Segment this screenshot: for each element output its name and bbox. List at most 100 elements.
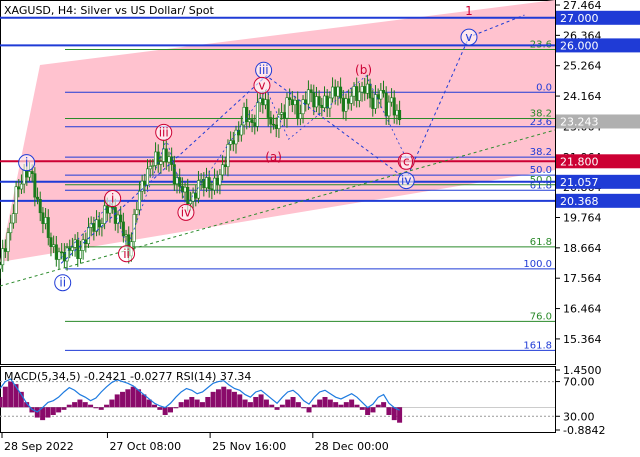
- candle-body: [52, 244, 56, 247]
- fib-label-green: 76.0: [530, 311, 552, 322]
- macd-bar: [258, 394, 264, 408]
- time-tick-label: 25 Nov 16:00: [212, 440, 286, 453]
- candle-body: [167, 156, 171, 163]
- macd-bar: [50, 407, 56, 415]
- fib-label-blue: 161.8: [523, 340, 552, 351]
- candle-body: [30, 171, 34, 174]
- fib-label-green: 50.0: [530, 175, 552, 186]
- candle-body: [44, 217, 48, 224]
- candle-body: [328, 97, 332, 109]
- macd-bar: [269, 404, 275, 408]
- indicator-tick-label: -0.8842: [563, 424, 605, 437]
- candle-body: [234, 129, 238, 145]
- candle-body: [6, 232, 10, 252]
- candle-body: [25, 170, 29, 178]
- candle-body: [314, 96, 318, 108]
- time-axis: 28 Sep 2022 27 Oct 08:00 25 Nov 16:00 28 De…: [1, 433, 389, 453]
- candle-body: [373, 94, 377, 109]
- macd-bar: [386, 407, 392, 415]
- wave-label: iii: [259, 63, 269, 77]
- chart-title: XAGUSD, H4: Silver vs US Dollar/ Spot: [4, 4, 214, 17]
- price-tick-label: 25.264: [563, 60, 602, 73]
- wave-label: iv: [181, 205, 191, 219]
- macd-bar: [45, 407, 51, 418]
- macd-bar: [285, 399, 291, 408]
- macd-bar: [120, 391, 126, 408]
- candle-body: [14, 186, 18, 214]
- candle-body: [41, 212, 45, 224]
- candle-body: [199, 179, 203, 181]
- candle-body: [339, 86, 343, 99]
- macd-bar: [327, 399, 333, 408]
- macd-bar: [247, 402, 253, 408]
- macd-bar: [295, 402, 301, 408]
- macd-bar: [322, 396, 328, 408]
- macd-bar: [215, 389, 221, 408]
- macd-bar: [82, 402, 88, 408]
- macd-bar: [231, 391, 237, 408]
- candle-body: [162, 148, 166, 162]
- candle-body: [304, 99, 308, 105]
- macd-bar: [93, 407, 99, 409]
- macd-bar: [114, 394, 120, 408]
- candle-body: [266, 99, 270, 118]
- candle-body: [306, 89, 310, 105]
- level-tag-label: 26.000: [560, 39, 599, 52]
- macd-bar: [178, 402, 184, 408]
- candle-body: [285, 97, 289, 119]
- candle-body: [17, 186, 21, 190]
- candle-body: [194, 192, 198, 199]
- candle-body: [33, 173, 37, 198]
- macd-bar: [338, 404, 344, 408]
- candle-body: [288, 97, 292, 100]
- candle-body: [38, 199, 42, 214]
- candle-body: [28, 171, 32, 178]
- macd-bar: [61, 407, 67, 410]
- wave-label: (c): [398, 154, 414, 168]
- candle-body: [398, 109, 402, 121]
- macd-bar: [279, 404, 285, 408]
- price-tick-label: 24.164: [563, 90, 602, 103]
- macd-bar: [381, 402, 387, 408]
- candle-body: [151, 165, 155, 167]
- fib-label-blue: 38.2: [530, 147, 552, 158]
- candle-body: [36, 196, 40, 200]
- macd-bar: [365, 407, 371, 415]
- price-tick-label: 17.564: [563, 272, 602, 285]
- macd-bar: [354, 404, 360, 408]
- macd-bar: [194, 399, 200, 408]
- candle-body: [341, 97, 345, 112]
- candle-body: [384, 92, 388, 117]
- wave-label: v: [258, 78, 265, 92]
- wave-label: ii: [59, 276, 66, 290]
- candle-body: [105, 205, 109, 214]
- candle-body: [253, 122, 257, 127]
- candle-body: [231, 140, 235, 145]
- candle-body: [336, 86, 340, 97]
- candle-body: [218, 174, 222, 186]
- price-tick-label: 27.464: [563, 0, 602, 12]
- candle-body: [258, 98, 262, 104]
- candle-body: [148, 166, 152, 170]
- fib-label-green: 61.8: [530, 237, 552, 248]
- macd-bar: [77, 399, 83, 408]
- candle-body: [70, 247, 74, 251]
- candle-body: [87, 227, 91, 245]
- candle-body: [390, 97, 394, 103]
- candle-body: [347, 98, 351, 104]
- wave-label: iii: [159, 125, 169, 139]
- wave-label: iv: [401, 174, 411, 188]
- candle-body: [54, 244, 58, 260]
- macd-bar: [173, 407, 179, 409]
- candle-body: [183, 186, 187, 193]
- candle-body: [137, 190, 141, 211]
- candle-body: [191, 192, 195, 202]
- fib-label-blue: 100.0: [523, 259, 552, 270]
- macd-bar: [290, 396, 296, 408]
- fib-label-green: 38.2: [530, 109, 552, 120]
- candle-body: [333, 86, 337, 97]
- candle-body: [301, 99, 305, 115]
- macd-bar: [333, 402, 339, 408]
- candle-body: [223, 164, 227, 168]
- candle-body: [355, 86, 359, 101]
